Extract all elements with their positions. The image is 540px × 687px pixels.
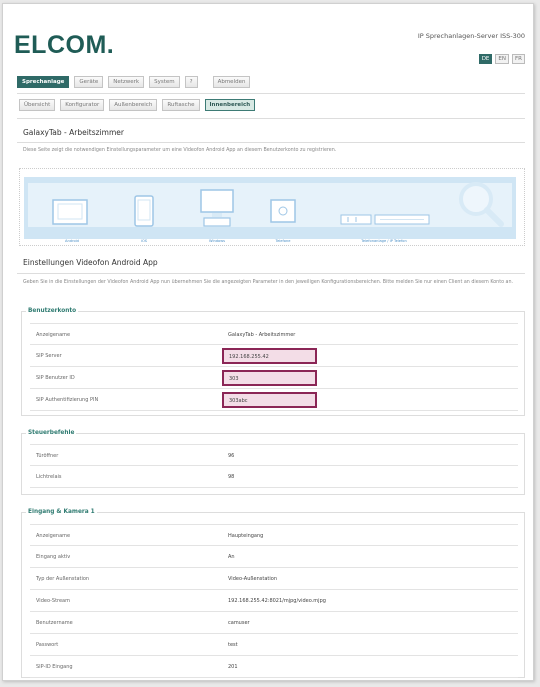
architecture-diagram: Android iOS Windows Telefone Telefonanla… <box>19 168 525 246</box>
row-label: Türöffner <box>36 453 59 459</box>
row-value: An <box>228 554 235 560</box>
diagram-label-ios: iOS <box>140 239 148 243</box>
page-title: GalaxyTab - Arbeitszimmer <box>23 128 124 137</box>
diagram-label-windows: Windows <box>208 239 226 243</box>
tab-aussenbereich[interactable]: Außenbereich <box>109 99 158 111</box>
row-label: SIP Benutzer ID <box>36 375 75 381</box>
fieldset-steuerbefehle: Steuerbefehle Türöffner 96 Lichtrelais 9… <box>21 430 525 495</box>
lang-de-button[interactable]: DE <box>478 54 493 64</box>
table-row: Lichtrelais 98 <box>30 466 518 488</box>
table-row: Eingang aktiv An <box>30 546 518 568</box>
divider <box>17 118 525 119</box>
page-container: ELCOM. IP Sprechanlagen-Server ISS-300 D… <box>2 3 534 681</box>
row-label: SIP Authentifizierung PIN <box>36 397 99 403</box>
sip-user-id-value[interactable]: 303 <box>222 370 317 386</box>
sub-navigation: Übersicht Konfigurator Außenbereich Ruft… <box>19 99 256 111</box>
row-label: Benutzername <box>36 620 73 626</box>
pbx-icon <box>340 214 430 225</box>
row-value: Haupteingang <box>228 533 264 539</box>
lang-en-button[interactable]: EN <box>495 54 509 64</box>
tablet-icon <box>52 199 88 225</box>
row-value: camuser <box>228 620 250 626</box>
nav-system[interactable]: System <box>149 76 180 88</box>
row-value: 98 <box>228 474 235 480</box>
phone-icon <box>134 195 154 227</box>
divider <box>17 93 525 94</box>
server-title: IP Sprechanlagen-Server ISS-300 <box>417 32 525 40</box>
steuerbefehle-table: Türöffner 96 Lichtrelais 98 <box>30 444 518 488</box>
row-value: test <box>228 642 238 648</box>
table-row: Benutzername camuser <box>30 612 518 634</box>
row-value: 201 <box>228 664 238 670</box>
fieldset-title: Eingang & Kamera 1 <box>26 509 97 515</box>
tab-ruftasche[interactable]: Ruftasche <box>162 99 200 111</box>
table-row: Türöffner 96 <box>30 444 518 466</box>
elcom-logo[interactable]: ELCOM. <box>14 31 114 60</box>
desk-phone-icon <box>270 199 296 223</box>
page-description: Diese Seite zeigt die notwendigen Einste… <box>23 148 337 153</box>
row-value: Video-Außenstation <box>228 576 277 582</box>
row-label: SIP Server <box>36 353 62 359</box>
nav-sprechanlage[interactable]: Sprechanlage <box>17 76 70 88</box>
divider <box>17 273 525 274</box>
diagram-band: Android iOS Windows Telefone Telefonanla… <box>24 177 516 243</box>
table-row: Passwort test <box>30 634 518 656</box>
settings-title: Einstellungen Videofon Android App <box>23 258 158 267</box>
settings-description: Geben Sie in die Einstellungen der Video… <box>23 280 514 285</box>
table-row: Anzeigename Haupteingang <box>30 524 518 546</box>
fieldset-eingang-kamera: Eingang & Kamera 1 Anzeigename Haupteing… <box>21 509 525 678</box>
fieldset-title: Benutzerkonto <box>26 308 79 314</box>
table-row: SIP-ID Eingang 201 <box>30 656 518 678</box>
tab-konfigurator[interactable]: Konfigurator <box>60 99 105 111</box>
nav-geraete[interactable]: Geräte <box>74 76 104 88</box>
tab-innenbereich[interactable]: Innenbereich <box>204 99 256 111</box>
tab-uebersicht[interactable]: Übersicht <box>19 99 56 111</box>
sip-server-value[interactable]: 192.168.255.42 <box>222 348 317 364</box>
diagram-label-telefonanlage: Telefonanlage / IP Telefon <box>361 239 407 243</box>
row-label: Anzeigename <box>36 332 71 338</box>
row-label: Eingang aktiv <box>36 554 71 560</box>
row-value: GalaxyTab - Arbeitszimmer <box>228 332 296 338</box>
table-row: Typ der Außenstation Video-Außenstation <box>30 568 518 590</box>
table-row: SIP Authentifizierung PIN 303abc <box>30 389 518 411</box>
nav-netzwerk[interactable]: Netzwerk <box>108 76 145 88</box>
row-label: Passwort <box>36 642 59 648</box>
row-value: 192.168.255.42:8021/mjpg/video.mjpg <box>228 598 326 604</box>
diagram-label-android: Android <box>65 239 79 243</box>
row-value: 96 <box>228 453 235 459</box>
magnifier-icon <box>459 182 504 227</box>
table-row: Anzeigename GalaxyTab - Arbeitszimmer <box>30 323 518 345</box>
row-label: Typ der Außenstation <box>36 576 90 582</box>
eingang-table: Anzeigename Haupteingang Eingang aktiv A… <box>30 524 518 678</box>
table-row: SIP Server 192.168.255.42 <box>30 345 518 367</box>
row-label: Lichtrelais <box>36 474 62 480</box>
table-row: Video-Stream 192.168.255.42:8021/mjpg/vi… <box>30 590 518 612</box>
sip-auth-pin-value[interactable]: 303abc <box>222 392 317 408</box>
divider <box>17 142 525 143</box>
table-row: SIP Benutzer ID 303 <box>30 367 518 389</box>
fieldset-benutzerkonto: Benutzerkonto Anzeigename GalaxyTab - Ar… <box>21 308 525 416</box>
benutzerkonto-table: Anzeigename GalaxyTab - Arbeitszimmer SI… <box>30 323 518 411</box>
row-label: SIP-ID Eingang <box>36 664 73 670</box>
diagram-label-telefone: Telefone <box>275 239 291 243</box>
fieldset-title: Steuerbefehle <box>26 430 77 436</box>
nav-abmelden[interactable]: Abmelden <box>212 76 251 88</box>
main-navigation: Sprechanlage Geräte Netzwerk System ? Ab… <box>17 76 251 88</box>
nav-help[interactable]: ? <box>184 76 198 88</box>
monitor-icon <box>200 189 234 227</box>
row-label: Video-Stream <box>36 598 70 604</box>
lang-fr-button[interactable]: FR <box>512 54 525 64</box>
language-switcher: DE EN FR <box>478 54 525 64</box>
row-label: Anzeigename <box>36 533 71 539</box>
